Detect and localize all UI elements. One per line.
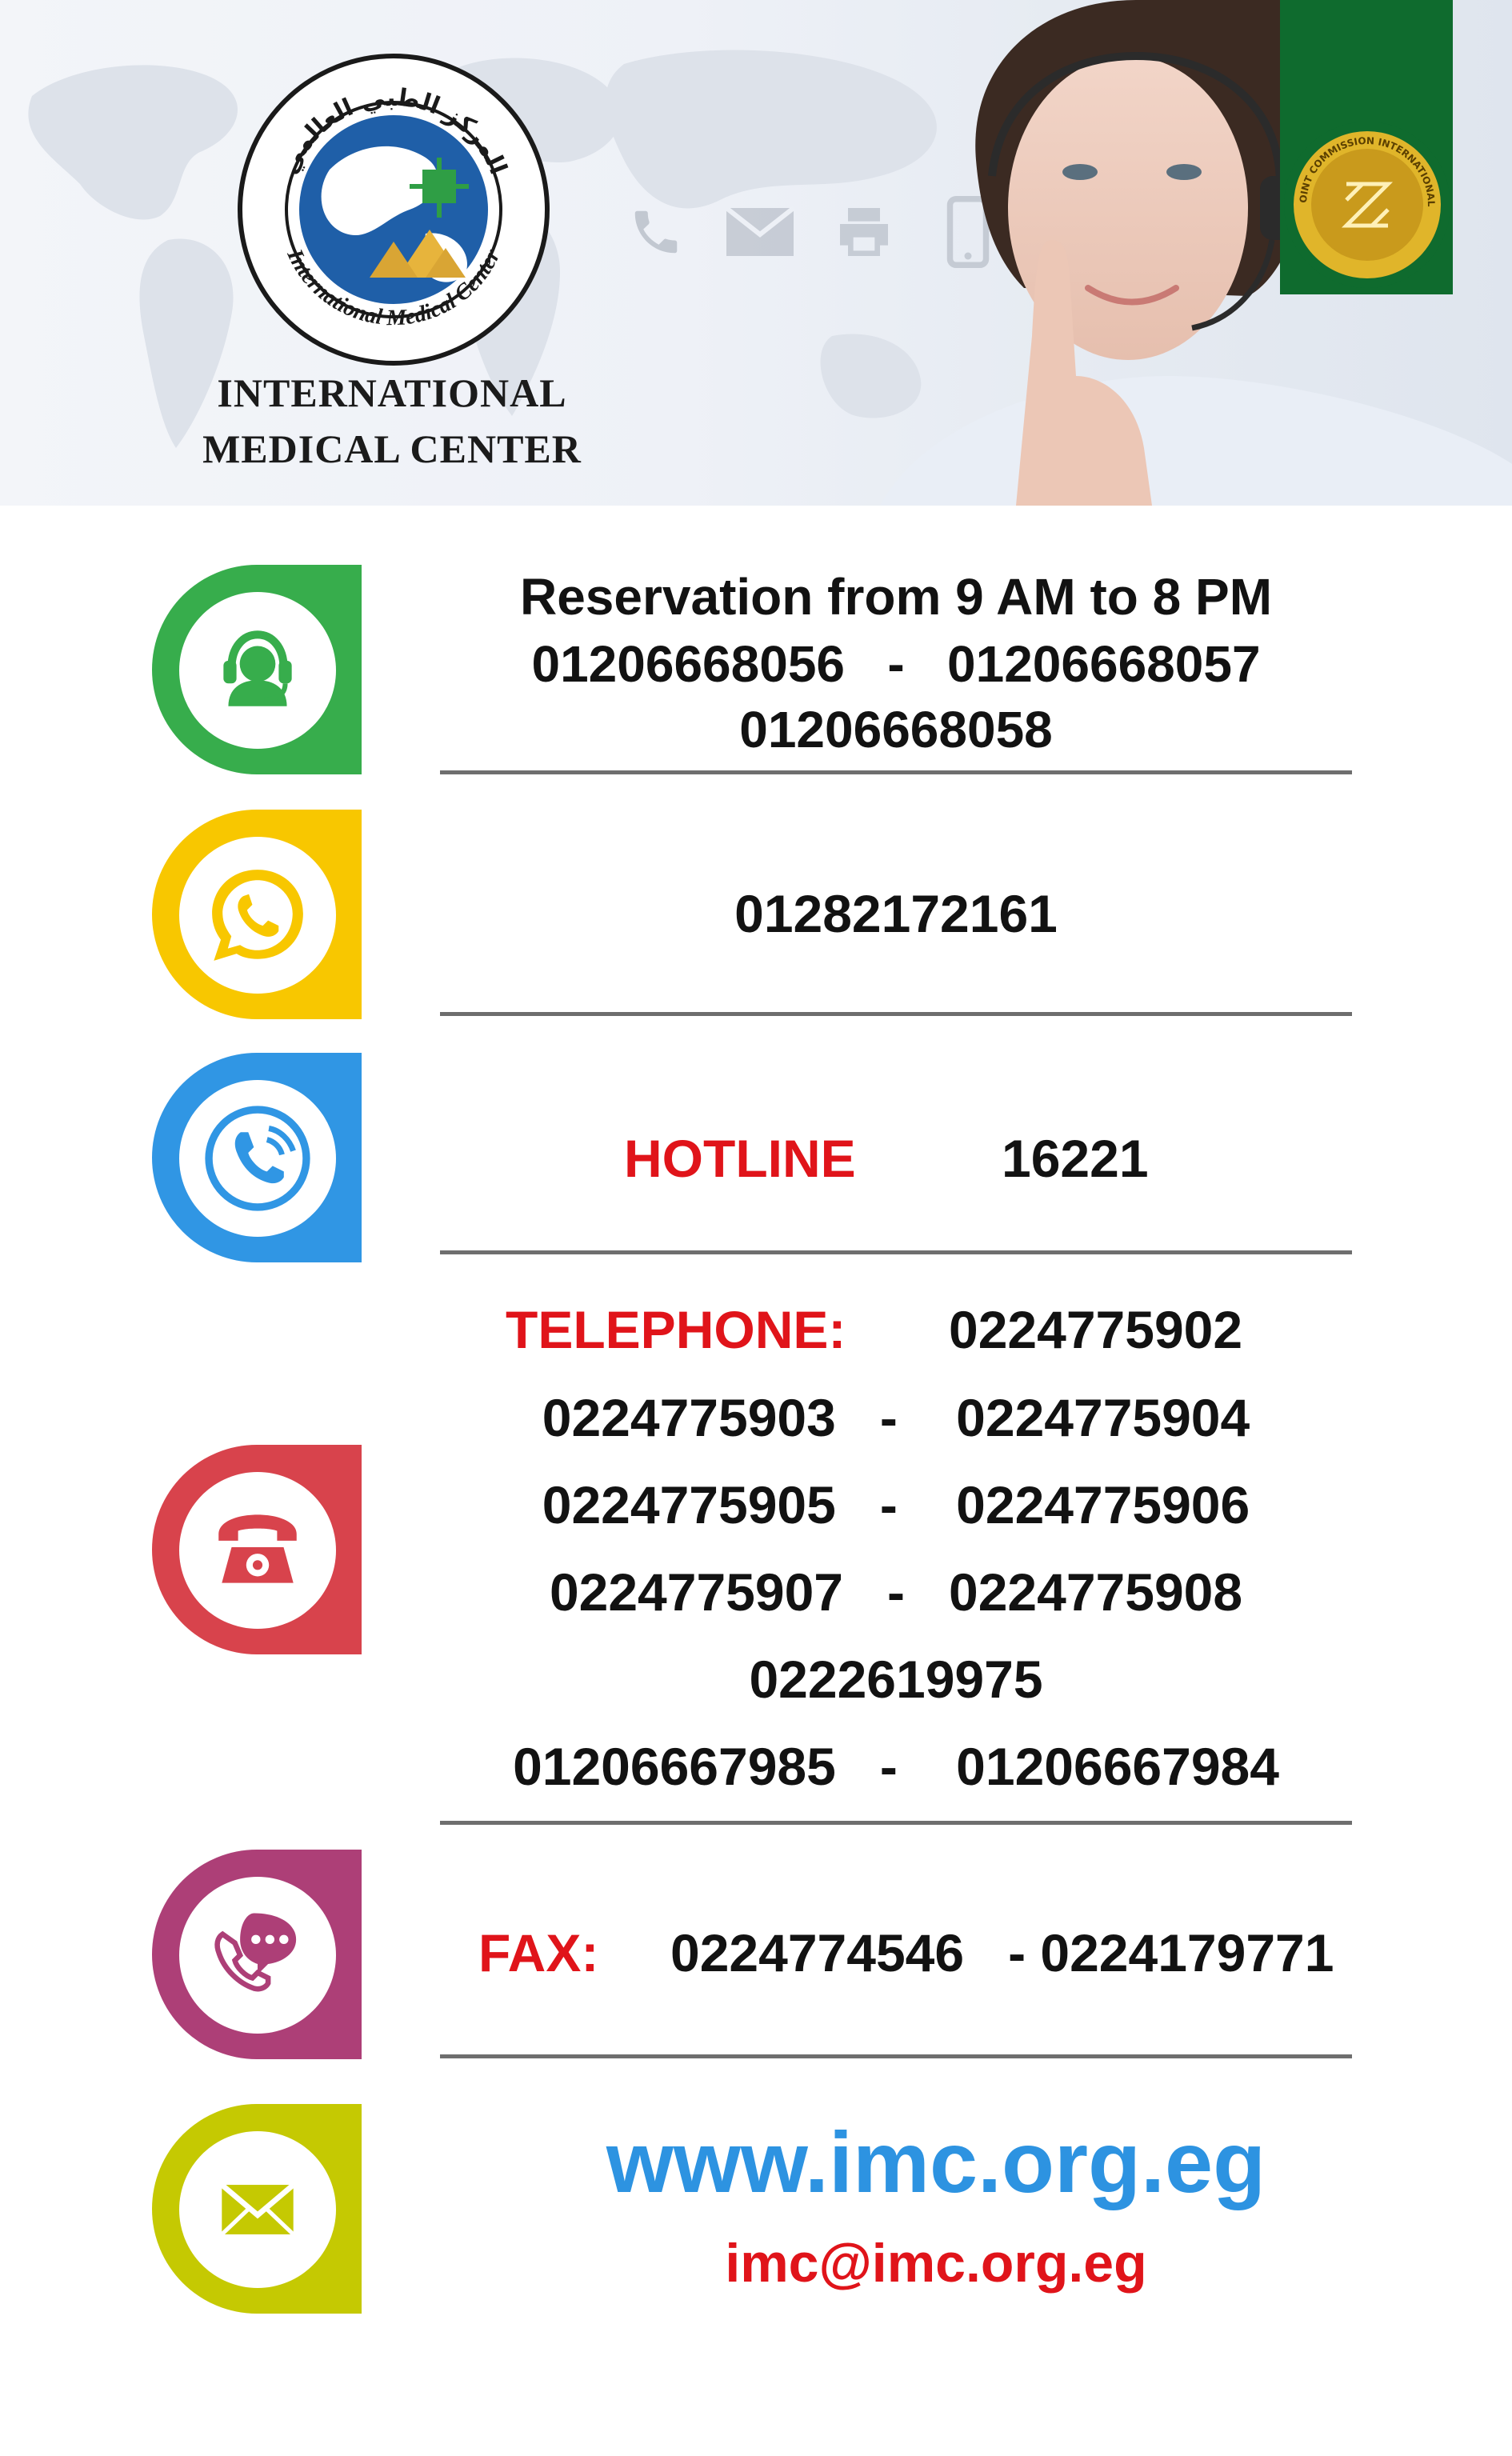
telephone-line: 0222619975: [749, 1650, 1043, 1709]
whatsapp-number: 01282172161: [734, 884, 1058, 943]
hotline-label: HOTLINE: [624, 1129, 856, 1188]
telephone-icon-tile: [152, 1445, 362, 1654]
telephone-first-number: 0224775902: [949, 1300, 1243, 1359]
hotline-icon-tile: [152, 1053, 362, 1262]
divider: [440, 2054, 1352, 2058]
center-name-line1: INTERNATIONAL: [217, 370, 567, 415]
fax-icon-tile: [152, 1850, 362, 2059]
email-link[interactable]: imc@imc.org.eg: [440, 2232, 1432, 2294]
center-name-line2: MEDICAL CENTER: [202, 426, 582, 471]
divider: [440, 1821, 1352, 1825]
header-banner: @: [0, 0, 1512, 506]
headset-icon: [223, 630, 292, 706]
envelope-icon: [720, 192, 800, 272]
whatsapp-icon-tile: [152, 810, 362, 1019]
divider: [440, 770, 1352, 774]
telephone-label: TELEPHONE:: [506, 1300, 846, 1359]
whatsapp-icon: [212, 870, 303, 961]
reservation-number-extra: 01206668058: [739, 701, 1053, 758]
telephone-line: 0224775905 - 0224775906: [542, 1475, 1250, 1534]
reservation-title: Reservation from 9 AM to 8 PM: [519, 568, 1273, 626]
jci-accreditation-seal: JOINT COMMISSION INTERNATIONAL: [1282, 120, 1450, 288]
envelope-icon: [220, 2182, 295, 2236]
telephone-icon: [218, 1514, 297, 1583]
phone-icon: [616, 192, 696, 272]
center-name: INTERNATIONAL MEDICAL CENTER: [136, 365, 648, 477]
phone-call-icon: [205, 1106, 310, 1211]
website-link[interactable]: www.imc.org.eg: [440, 2112, 1432, 2212]
imc-logo: المركز الطبي العالمي International Medic…: [234, 50, 554, 370]
reservation-numbers: 01206668056 - 01206668057: [531, 635, 1261, 693]
web-icon-tile: [152, 2104, 362, 2314]
reservation-icon-tile: [152, 565, 362, 774]
phone-chat-icon: [214, 1913, 297, 1992]
divider: [440, 1250, 1352, 1254]
telephone-line: 0224775907 - 0224775908: [549, 1562, 1243, 1622]
telephone-line: 0224775903 - 0224775904: [542, 1388, 1250, 1447]
fax-numbers: 0224774546 - 0224179771: [670, 1923, 1334, 1982]
fax-label: FAX:: [478, 1923, 599, 1982]
telephone-line: 01206667985 - 01206667984: [513, 1737, 1279, 1796]
divider: [440, 1012, 1352, 1016]
hotline-number: 16221: [1002, 1129, 1149, 1188]
